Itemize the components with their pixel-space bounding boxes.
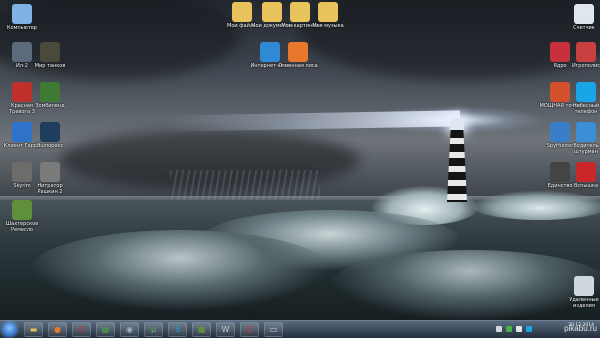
desktop-shortcut[interactable]: Мир танков [28,42,72,69]
volume-icon[interactable] [516,326,522,332]
music-folder-icon [318,2,338,22]
recycle-bin-icon [574,276,594,296]
game-disc-icon [40,162,60,182]
firefox-icon [288,42,308,62]
flash-icon [576,162,596,182]
desktop-shortcut[interactable]: Эшпорекс [28,122,72,149]
desktop-shortcut[interactable]: Зомбиленд [28,82,72,109]
shortcut-label: Мир танков [34,63,66,69]
desktop-shortcut[interactable]: Шахтерское Ремесло [0,200,44,233]
navigator-icon [576,122,596,142]
wave-crest [30,230,330,310]
steam-like-icon [40,122,60,142]
desktop-shortcut[interactable]: Компьютер [0,4,44,31]
games-icon [576,42,596,62]
wave-crest [330,250,600,320]
shortcut-label: Эшпорекс [36,143,64,149]
steam-icon[interactable]: ◉ [120,322,139,337]
lighthouse-beam [165,110,460,132]
lighthouse-lamp [450,118,464,130]
shortcut-label: Водитель штурман [573,143,599,155]
tanks-game-icon[interactable]: W [216,322,235,337]
desktop-shortcut[interactable]: Нитратор Рашкин 2 [28,162,72,195]
notification-arrow-icon[interactable] [496,326,502,332]
skype-icon [576,82,596,102]
skype-tray-icon[interactable] [526,326,532,332]
firefox-icon[interactable]: ● [48,322,67,337]
lighthouse-tower [447,130,467,202]
shortcut-label: Удаленные изделия [569,297,599,309]
shortcut-label: Огненная лиса [278,63,318,69]
shortcut-label: Нитратор Рашкин 2 [37,183,63,195]
shortcut-label: Компьютер [7,25,37,31]
shortcut-label: Игрополис [571,63,600,69]
desktop-shortcut[interactable]: Удаленные изделия [562,276,600,309]
wave-splash [470,190,600,220]
desktop-shortcut[interactable]: Моя музыка [306,2,350,29]
shortcut-label: Шахтерское Ремесло [5,221,39,233]
folder-icon [232,2,252,22]
start-button[interactable] [2,322,17,337]
desktop-shortcut[interactable]: Счетчик [562,4,600,31]
tanks-game-icon [40,42,60,62]
shortcut-label: Моя музыка [312,23,344,29]
desktop-shortcut[interactable]: Огненная лиса [276,42,320,69]
minecraft-icon[interactable]: ■ [192,322,211,337]
minecraft-icon [12,200,32,220]
red-app-icon[interactable]: Z [240,322,259,337]
shortcut-label: Счетчик [573,25,595,31]
task-manager-icon[interactable]: ▦ [96,322,115,337]
network-icon[interactable] [506,326,512,332]
watermark: pikabu.ru [564,324,597,333]
shortcut-label: Небесный телефон [572,103,600,115]
torrent-icon[interactable]: µ [144,322,163,337]
shortcut-label: Зомбиленд [35,103,65,109]
desktop-shortcut[interactable]: Водитель штурман [564,122,600,155]
skype-icon[interactable]: S [168,322,187,337]
desktop-shortcut[interactable]: Небесный телефон [564,82,600,115]
desktop-shortcut[interactable]: Игрополис [564,42,600,69]
taskbar: ▬ ● O ▦ ◉ µ S ■ W Z ▭ 30.12.2014 [0,320,600,338]
lighthouse [446,118,468,202]
opera-icon[interactable]: O [72,322,91,337]
explorer-folder-icon[interactable]: ▬ [24,322,43,337]
desktop-shortcut[interactable]: Вспышка [564,162,600,189]
calculator-icon [574,4,594,24]
computer-icon [12,4,32,24]
zombie-game-icon [40,82,60,102]
active-window-icon[interactable]: ▭ [264,322,283,337]
shortcut-label: Вспышка [573,183,599,189]
